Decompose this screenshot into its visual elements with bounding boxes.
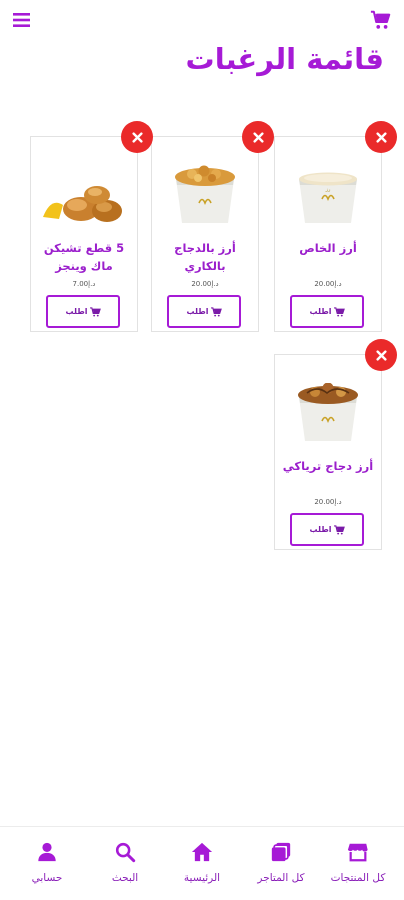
user-icon — [38, 842, 56, 862]
order-button[interactable]: اطلب — [46, 295, 120, 328]
cart-icon — [89, 306, 101, 317]
remove-from-wishlist-button[interactable] — [365, 121, 397, 153]
order-button-label: اطلب — [186, 307, 209, 316]
hamburger-menu-icon[interactable] — [12, 10, 32, 30]
product-name: أرز بالدجاج بالكاري — [174, 241, 236, 273]
product-name: أرز الخاص — [299, 241, 357, 255]
svg-text:رز: رز — [325, 187, 331, 193]
product-name: 5 قطع تشيكن ماك وينجز — [43, 241, 125, 273]
order-button-label: اطلب — [65, 307, 88, 316]
wishlist-card[interactable]: 5 قطع تشيكن ماك وينجز د.إ7.00 اطلب — [30, 121, 153, 332]
product-price: د.إ20.00 — [314, 498, 342, 506]
close-icon — [375, 349, 387, 361]
close-icon — [131, 131, 143, 143]
nav-item-search[interactable]: البحث — [85, 841, 165, 897]
nav-item-all-products[interactable]: كل المنتجات — [318, 841, 398, 897]
cart-icon — [210, 306, 222, 317]
close-icon — [375, 131, 387, 143]
order-button[interactable]: اطلب — [167, 295, 241, 328]
home-icon — [191, 842, 213, 862]
shopping-cart-icon[interactable] — [370, 9, 392, 31]
stores-stack-icon — [271, 842, 291, 862]
nav-item-all-stores[interactable]: كل المتاجر — [241, 841, 321, 897]
wishlist-card[interactable]: رز أرز الخاص د.إ20.00 اطلب — [274, 121, 397, 332]
product-image: رز — [299, 172, 357, 223]
cart-icon — [333, 306, 345, 317]
nav-label: حسابي — [31, 872, 63, 884]
order-button-label: اطلب — [309, 307, 332, 316]
bottom-navigation: كل المنتجات كل المتاجر الرئيسية البحث حس… — [0, 826, 404, 900]
remove-from-wishlist-button[interactable] — [242, 121, 274, 153]
order-button[interactable]: اطلب — [290, 513, 364, 546]
wishlist-card[interactable]: أرز بالدجاج بالكاري د.إ20.00 اطلب — [151, 121, 274, 332]
order-button-label: اطلب — [309, 525, 332, 534]
nav-item-home[interactable]: الرئيسية — [162, 841, 242, 897]
top-bar — [0, 0, 404, 40]
product-name: أرز دجاج ترياكي — [282, 459, 374, 473]
store-icon — [347, 843, 368, 862]
product-image — [298, 383, 358, 441]
remove-from-wishlist-button[interactable] — [365, 339, 397, 371]
product-image — [41, 179, 127, 227]
nav-label: كل المنتجات — [330, 872, 386, 884]
close-icon — [252, 131, 264, 143]
cart-icon — [333, 524, 345, 535]
product-image — [175, 165, 235, 223]
product-price: د.إ7.00 — [72, 280, 96, 288]
product-price: د.إ20.00 — [314, 280, 342, 288]
order-button[interactable]: اطلب — [290, 295, 364, 328]
wishlist-card[interactable]: أرز دجاج ترياكي د.إ20.00 اطلب — [274, 339, 397, 550]
product-price: د.إ20.00 — [191, 280, 219, 288]
nav-item-account[interactable]: حسابي — [7, 841, 87, 897]
nav-label: الرئيسية — [183, 872, 221, 884]
page-title: قائمة الرغبات — [185, 42, 384, 76]
search-icon — [115, 842, 136, 863]
nav-label: كل المتاجر — [257, 872, 305, 884]
remove-from-wishlist-button[interactable] — [121, 121, 153, 153]
nav-label: البحث — [111, 872, 139, 884]
